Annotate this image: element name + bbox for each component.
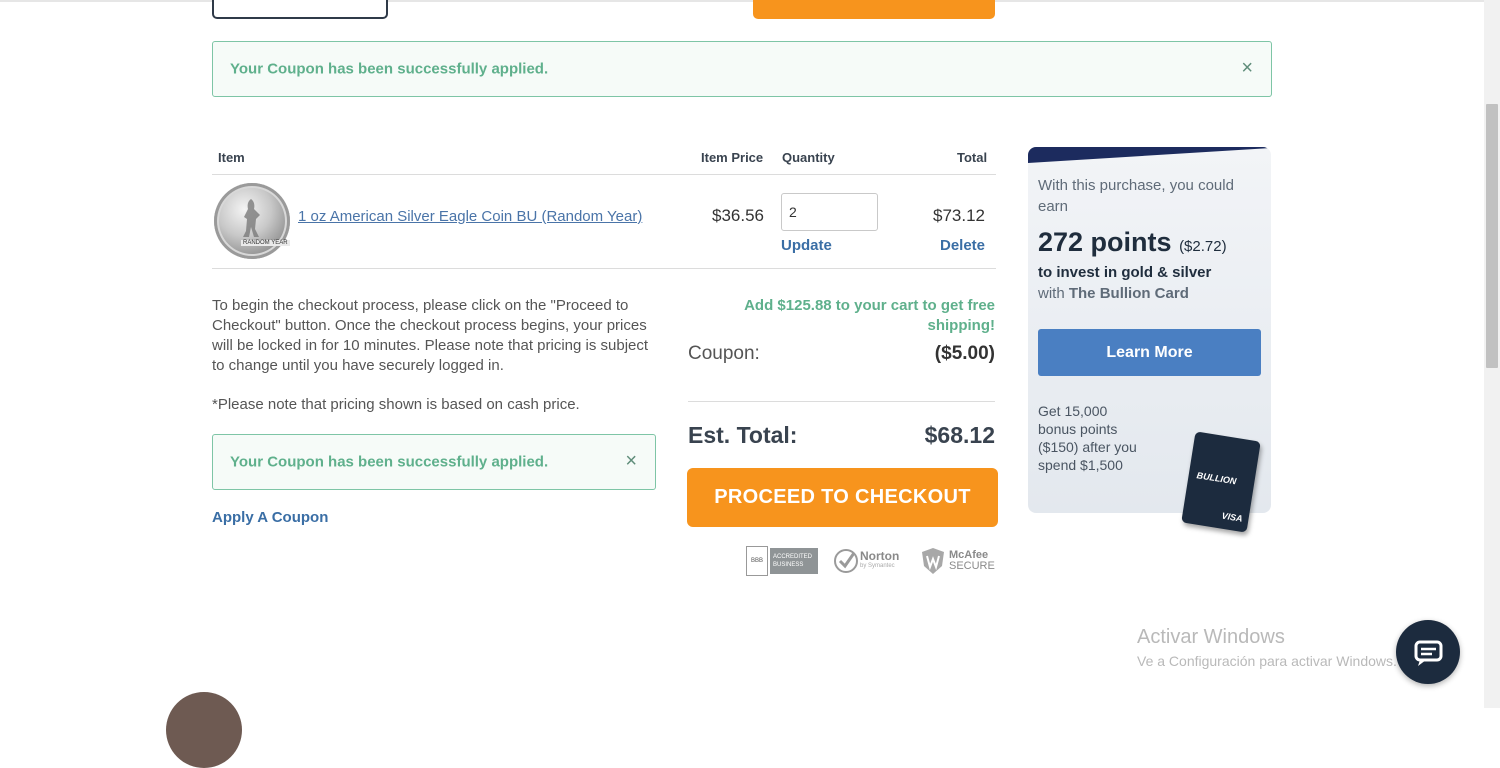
learn-more-button[interactable]: Learn More bbox=[1038, 329, 1261, 376]
update-button[interactable]: Update bbox=[781, 237, 832, 254]
bullion-card-image: BULLION VISA bbox=[1181, 431, 1261, 533]
table-divider bbox=[212, 174, 996, 175]
card-brand: BULLION bbox=[1195, 470, 1238, 487]
points-amount: 272 points bbox=[1038, 227, 1172, 257]
apply-coupon-link[interactable]: Apply A Coupon bbox=[212, 509, 328, 526]
alert-message: Your Coupon has been successfully applie… bbox=[230, 453, 549, 471]
chat-bubble-icon bbox=[1414, 640, 1443, 666]
with-text: with bbox=[1038, 285, 1065, 302]
quantity-input[interactable] bbox=[781, 193, 878, 231]
close-icon[interactable]: × bbox=[1241, 57, 1253, 80]
est-total-label: Est. Total: bbox=[688, 422, 798, 448]
header-quantity: Quantity bbox=[782, 150, 835, 165]
coupon-code-input[interactable] bbox=[212, 0, 388, 19]
invest-line: to invest in gold & silver bbox=[1038, 264, 1212, 281]
mcafee-sub: SECURE bbox=[949, 560, 995, 572]
mcafee-badge[interactable]: McAfee SECURE bbox=[920, 546, 996, 576]
product-image[interactable]: RANDOM YEAR bbox=[214, 183, 290, 259]
norton-label: Norton bbox=[860, 549, 900, 563]
coupon-success-alert: Your Coupon has been successfully applie… bbox=[212, 41, 1272, 97]
est-total-value: $68.12 bbox=[924, 422, 995, 448]
promo-stripe bbox=[1028, 147, 1271, 163]
chat-button[interactable] bbox=[1396, 620, 1460, 684]
liberty-walker-icon bbox=[243, 199, 260, 237]
norton-sub: by Symantec bbox=[860, 563, 895, 569]
cash-price-note: *Please note that pricing shown is based… bbox=[212, 396, 580, 413]
delete-button[interactable]: Delete bbox=[940, 237, 985, 254]
free-shipping-message: Add $125.88 to your cart to get free shi… bbox=[744, 297, 995, 334]
bbb-label: ACCREDITED BUSINESS bbox=[770, 548, 818, 574]
coupon-label: Coupon: bbox=[688, 343, 760, 364]
row-divider bbox=[212, 268, 996, 269]
windows-activation-title: Activar Windows bbox=[1137, 626, 1285, 648]
close-icon[interactable]: × bbox=[625, 450, 637, 473]
proceed-to-checkout-button[interactable]: PROCEED TO CHECKOUT bbox=[687, 468, 998, 527]
checkmark-icon bbox=[834, 549, 858, 573]
header-item: Item bbox=[218, 150, 245, 165]
bbb-logo: BBB bbox=[746, 546, 768, 576]
summary-divider bbox=[688, 401, 995, 402]
header-total: Total bbox=[957, 150, 988, 165]
visa-logo: VISA bbox=[1220, 510, 1244, 524]
points-value: ($2.72) bbox=[1179, 238, 1227, 255]
bonus-offer-text: Get 15,000 bonus points ($150) after you… bbox=[1038, 403, 1137, 473]
checkout-info-text: To begin the checkout process, please cl… bbox=[212, 297, 649, 374]
norton-badge[interactable]: Norton by Symantec bbox=[834, 546, 904, 576]
promo-points: 272 points ($2.72) bbox=[1038, 227, 1227, 258]
apply-coupon-submit-button[interactable] bbox=[753, 0, 995, 19]
coupon-discount: ($5.00) bbox=[934, 343, 995, 364]
item-price: $36.56 bbox=[712, 206, 764, 225]
scrollbar-thumb[interactable] bbox=[1486, 104, 1498, 368]
product-link[interactable]: 1 oz American Silver Eagle Coin BU (Rand… bbox=[298, 207, 648, 227]
alert-message: Your Coupon has been successfully applie… bbox=[230, 60, 549, 78]
windows-activation-subtitle: Ve a Configuración para activar Windows. bbox=[1137, 653, 1397, 669]
avatar[interactable] bbox=[166, 692, 242, 768]
row-total: $73.12 bbox=[933, 206, 985, 225]
bbb-badge[interactable]: BBB ACCREDITED BUSINESS bbox=[746, 546, 818, 576]
promo-intro: With this purchase, you could earn bbox=[1038, 177, 1234, 215]
coin-caption: RANDOM YEAR bbox=[241, 240, 290, 246]
coupon-success-alert-inline: Your Coupon has been successfully applie… bbox=[212, 434, 656, 490]
promo-description: to invest in gold & silver with The Bull… bbox=[1038, 262, 1263, 304]
shield-icon bbox=[922, 548, 944, 574]
header-item-price: Item Price bbox=[701, 150, 764, 165]
card-name: The Bullion Card bbox=[1068, 285, 1189, 302]
